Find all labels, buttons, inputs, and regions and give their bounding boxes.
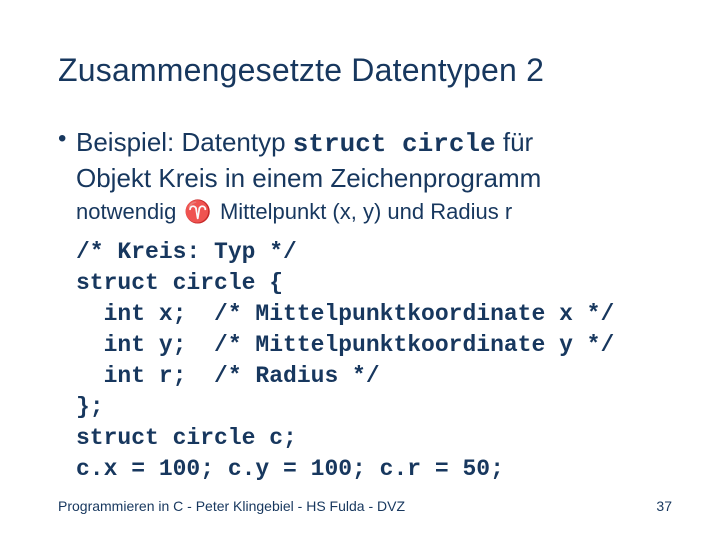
bullet-item: Beispiel: Datentyp struct circle für Obj… <box>76 125 672 227</box>
code-line: struct circle { <box>76 270 283 296</box>
sub-pre: notwendig <box>76 199 182 224</box>
code-line: }; <box>76 394 104 420</box>
code-line: int x; /* Mittelpunktkoordinate x */ <box>76 301 614 327</box>
code-line: int y; /* Mittelpunktkoordinate y */ <box>76 332 614 358</box>
footer-text: Programmieren in C - Peter Klingebiel - … <box>58 498 405 514</box>
code-line: c.x = 100; c.y = 100; c.r = 50; <box>76 456 504 482</box>
text-pre: Beispiel: Datentyp <box>76 127 293 157</box>
inline-code: struct circle <box>293 129 496 159</box>
text-post: für <box>496 127 534 157</box>
bullet-sub-line: notwendig ♈ Mittelpunkt (x, y) und Radiu… <box>76 197 672 227</box>
sub-post: Mittelpunkt (x, y) und Radius r <box>214 199 512 224</box>
aries-icon: ♈ <box>182 197 213 227</box>
slide-title: Zusammengesetzte Datentypen 2 <box>58 52 672 89</box>
bullet-line-2: Objekt Kreis in einem Zeichenprogramm <box>76 161 672 195</box>
bullet-list: Beispiel: Datentyp struct circle für Obj… <box>76 125 672 227</box>
code-line: int r; /* Radius */ <box>76 363 380 389</box>
page-number: 37 <box>656 498 672 514</box>
bullet-line-1: Beispiel: Datentyp struct circle für <box>76 125 672 161</box>
code-block: /* Kreis: Typ */ struct circle { int x; … <box>76 237 672 485</box>
code-line: /* Kreis: Typ */ <box>76 239 297 265</box>
slide: Zusammengesetzte Datentypen 2 Beispiel: … <box>0 0 720 540</box>
code-line: struct circle c; <box>76 425 297 451</box>
